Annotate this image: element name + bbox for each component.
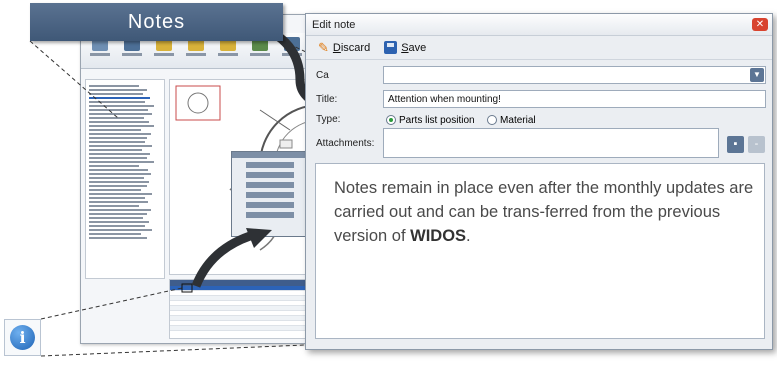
save-icon xyxy=(384,41,398,54)
edit-note-dialog: Edit note ✕ ✎ Discard Save Ca ▼ Title: A… xyxy=(305,13,773,350)
dialog-toolbar: ✎ Discard Save xyxy=(306,36,772,60)
discard-label: iscard xyxy=(340,41,371,54)
toolbar-button[interactable] xyxy=(247,37,273,65)
toolbar-button[interactable] xyxy=(183,37,209,65)
toolbar-button[interactable] xyxy=(151,37,177,65)
note-text-product: WIDOS xyxy=(410,227,467,245)
type-radio-material[interactable]: Material xyxy=(487,115,536,126)
category-label: Ca xyxy=(316,70,329,81)
toolbar-button[interactable] xyxy=(215,37,241,65)
dialog-titlebar: Edit note ✕ xyxy=(306,14,772,36)
discard-button[interactable]: ✎ Discard xyxy=(318,41,370,54)
add-attachment-button[interactable]: ▪ xyxy=(727,136,744,153)
info-icon: i xyxy=(10,325,35,350)
info-button[interactable]: i xyxy=(4,319,41,356)
close-button[interactable]: ✕ xyxy=(752,18,768,31)
type-option-label: Material xyxy=(500,114,536,126)
dialog-title: Edit note xyxy=(312,18,356,31)
remove-attachment-button[interactable]: - xyxy=(748,136,765,153)
title-input[interactable]: Attention when mounting! xyxy=(383,90,766,108)
toolbar-button[interactable] xyxy=(119,37,145,65)
attachment-mini-dialog xyxy=(231,151,309,237)
save-label: ave xyxy=(408,41,427,54)
note-text: Notes remain in place even after the mon… xyxy=(334,176,754,248)
attachments-list[interactable] xyxy=(383,128,719,158)
radio-icon xyxy=(487,115,498,125)
type-label: Type: xyxy=(316,114,341,125)
toolbar-button[interactable] xyxy=(279,37,305,65)
note-text-area[interactable]: Notes remain in place even after the mon… xyxy=(315,163,765,339)
save-accelerator: S xyxy=(401,41,409,54)
chevron-down-icon[interactable]: ▼ xyxy=(750,68,764,82)
discard-accelerator: D xyxy=(332,41,341,54)
save-button[interactable]: Save xyxy=(384,41,426,54)
discard-icon: ✎ xyxy=(318,40,329,55)
attachments-label: Attachments: xyxy=(316,138,375,149)
category-select[interactable]: ▼ xyxy=(383,66,766,84)
note-text-main: Notes remain in place even after the mon… xyxy=(334,179,754,245)
type-radio-parts-list[interactable]: Parts list position xyxy=(386,115,475,126)
notes-banner: Notes xyxy=(30,3,283,41)
toolbar-button[interactable] xyxy=(87,37,113,65)
parts-tree[interactable] xyxy=(85,79,165,279)
type-option-label: Parts list position xyxy=(399,114,475,126)
callout-line xyxy=(40,344,306,357)
radio-selected-icon xyxy=(386,115,396,125)
note-text-end: . xyxy=(466,227,471,245)
title-label: Title: xyxy=(316,94,338,105)
